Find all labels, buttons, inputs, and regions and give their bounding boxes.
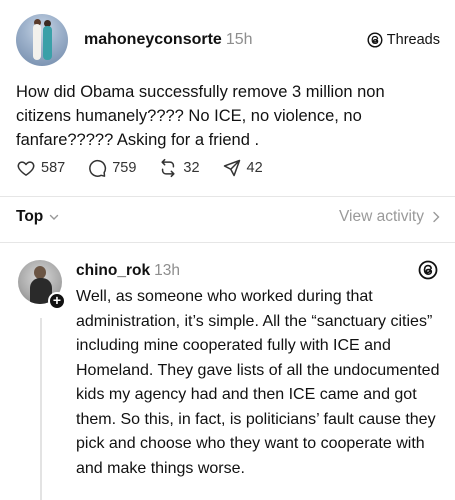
sort-label: Top (16, 208, 44, 225)
avatar-figure (33, 24, 41, 60)
comment-icon (89, 160, 107, 177)
repost-icon (161, 158, 175, 178)
reply-username-row: chino_rok 13h (76, 262, 180, 280)
post-actions: 587 759 32 42 (16, 158, 285, 178)
threads-badge[interactable]: Threads (367, 32, 440, 48)
heart-icon (17, 161, 35, 176)
threads-logo-icon (418, 260, 438, 280)
avatar[interactable] (16, 14, 68, 66)
like-button[interactable]: 587 (16, 158, 65, 178)
post-header: mahoneyconsorte 15h Threads (16, 14, 440, 70)
threads-badge-label: Threads (386, 32, 440, 48)
share-icon (223, 159, 240, 177)
chevron-right-icon (433, 211, 440, 223)
reply-count: 759 (112, 160, 137, 176)
sort-dropdown[interactable]: Top (16, 208, 59, 226)
reply-text: Well, as someone who worked during that … (76, 288, 440, 477)
reply-item: + chino_rok 13h Well, as someone who work… (16, 258, 440, 500)
threads-logo-icon (367, 32, 383, 48)
sort-row: Top View activity (16, 208, 440, 230)
share-button[interactable]: 42 (222, 158, 263, 178)
thread-line (40, 318, 42, 500)
divider (0, 196, 455, 197)
view-activity-link[interactable]: View activity (339, 208, 440, 226)
repost-button[interactable]: 32 (158, 158, 200, 178)
post-username[interactable]: mahoneyconsorte (84, 31, 222, 48)
reply-button[interactable]: 759 (87, 158, 136, 178)
post-timestamp: 15h (225, 31, 253, 48)
follow-plus-icon[interactable]: + (48, 292, 66, 310)
view-activity-label: View activity (339, 208, 424, 225)
repost-count: 32 (183, 160, 200, 176)
reply-username[interactable]: chino_rok (76, 262, 150, 279)
chevron-down-icon (50, 214, 59, 220)
avatar-figure (43, 26, 52, 60)
reply-timestamp: 13h (154, 262, 180, 279)
divider (0, 242, 455, 243)
post-username-row: mahoneyconsorte 15h (84, 31, 253, 49)
like-count: 587 (41, 160, 66, 176)
post-text: How did Obama successfully remove 3 mill… (16, 83, 385, 149)
share-count: 42 (246, 160, 263, 176)
